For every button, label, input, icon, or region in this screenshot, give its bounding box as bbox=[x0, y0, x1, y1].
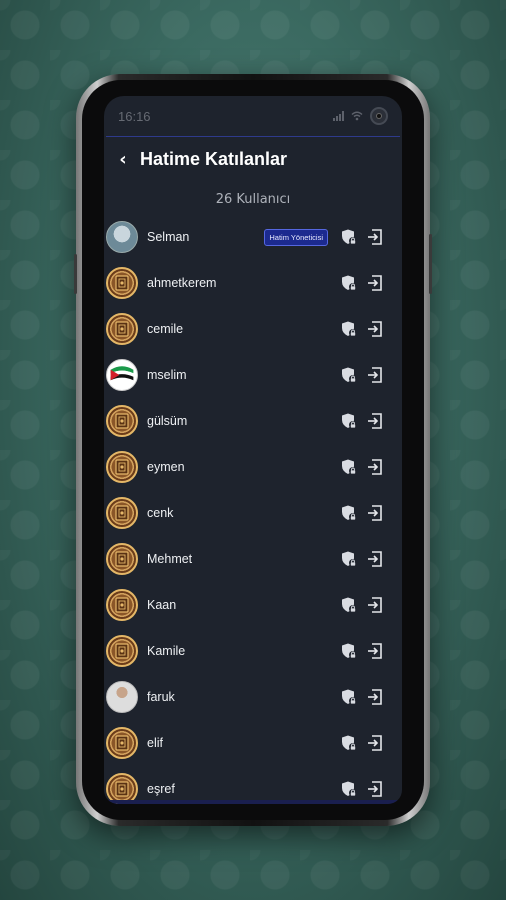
exit-icon[interactable] bbox=[364, 778, 386, 800]
list-item[interactable]: cenk bbox=[104, 490, 402, 536]
avatar bbox=[106, 267, 138, 299]
user-name: Kaan bbox=[147, 598, 177, 612]
phone-frame: 16:16 ‹ Hatime Katılanlar 26 Kullanıcı S… bbox=[74, 74, 432, 826]
user-name: ahmetkerem bbox=[147, 276, 217, 290]
shield-lock-icon[interactable] bbox=[338, 548, 360, 570]
wifi-icon bbox=[351, 111, 363, 121]
user-name: eşref bbox=[147, 782, 175, 796]
front-camera-icon bbox=[370, 107, 388, 125]
user-name: Selman bbox=[147, 230, 190, 244]
shield-lock-icon[interactable] bbox=[338, 364, 360, 386]
list-item[interactable]: mselim bbox=[104, 352, 402, 398]
exit-icon[interactable] bbox=[364, 594, 386, 616]
exit-icon[interactable] bbox=[364, 226, 386, 248]
status-time: 16:16 bbox=[118, 108, 151, 124]
list-item[interactable]: Kamile bbox=[104, 628, 402, 674]
exit-icon[interactable] bbox=[364, 364, 386, 386]
volume-button bbox=[74, 254, 77, 294]
header-divider bbox=[106, 136, 400, 137]
exit-icon[interactable] bbox=[364, 318, 386, 340]
list-item[interactable]: Kaan bbox=[104, 582, 402, 628]
exit-icon[interactable] bbox=[364, 640, 386, 662]
list-item[interactable]: ahmetkerem bbox=[104, 260, 402, 306]
page-header: ‹ Hatime Katılanlar bbox=[104, 144, 402, 174]
app-screen: 16:16 ‹ Hatime Katılanlar 26 Kullanıcı S… bbox=[104, 96, 402, 804]
user-name: mselim bbox=[147, 368, 187, 382]
avatar bbox=[106, 313, 138, 345]
avatar bbox=[106, 681, 138, 713]
list-item[interactable]: eşref bbox=[104, 766, 402, 804]
shield-lock-icon[interactable] bbox=[338, 410, 360, 432]
list-item[interactable]: faruk bbox=[104, 674, 402, 720]
user-name: cemile bbox=[147, 322, 184, 336]
avatar bbox=[106, 497, 138, 529]
user-name: cenk bbox=[147, 506, 174, 520]
signal-icon bbox=[333, 111, 344, 121]
list-item[interactable]: Selman Hatim Yöneticisi bbox=[104, 214, 402, 260]
shield-lock-icon[interactable] bbox=[338, 502, 360, 524]
list-item[interactable]: cemile bbox=[104, 306, 402, 352]
avatar bbox=[106, 221, 138, 253]
shield-lock-icon[interactable] bbox=[338, 456, 360, 478]
shield-lock-icon[interactable] bbox=[338, 732, 360, 754]
user-name: faruk bbox=[147, 690, 175, 704]
shield-lock-icon[interactable] bbox=[338, 318, 360, 340]
exit-icon[interactable] bbox=[364, 456, 386, 478]
exit-icon[interactable] bbox=[364, 502, 386, 524]
user-name: Kamile bbox=[147, 644, 186, 658]
page-title: Hatime Katılanlar bbox=[140, 148, 288, 169]
avatar bbox=[106, 543, 138, 575]
user-name: eymen bbox=[147, 460, 185, 474]
shield-lock-icon[interactable] bbox=[338, 686, 360, 708]
shield-lock-icon[interactable] bbox=[338, 594, 360, 616]
admin-badge: Hatim Yöneticisi bbox=[264, 228, 328, 246]
user-count: 26 Kullanıcı bbox=[215, 192, 291, 207]
avatar bbox=[106, 359, 138, 391]
power-button bbox=[429, 234, 432, 294]
exit-icon[interactable] bbox=[364, 410, 386, 432]
user-name: elif bbox=[147, 736, 163, 750]
exit-icon[interactable] bbox=[364, 272, 386, 294]
shield-lock-icon[interactable] bbox=[338, 272, 360, 294]
exit-icon[interactable] bbox=[364, 732, 386, 754]
avatar bbox=[106, 727, 138, 759]
status-bar: 16:16 bbox=[104, 96, 402, 136]
exit-icon[interactable] bbox=[364, 548, 386, 570]
avatar bbox=[106, 405, 138, 437]
user-name: Mehmet bbox=[147, 552, 193, 566]
avatar bbox=[106, 589, 138, 621]
list-item[interactable]: gülsüm bbox=[104, 398, 402, 444]
user-name: gülsüm bbox=[147, 414, 188, 428]
list-item[interactable]: elif bbox=[104, 720, 402, 766]
shield-lock-icon[interactable] bbox=[338, 640, 360, 662]
shield-lock-icon[interactable] bbox=[338, 778, 360, 800]
avatar bbox=[106, 635, 138, 667]
participant-list: Selman Hatim Yöneticisi ahmetkerem cemile ms… bbox=[104, 214, 402, 804]
list-item[interactable]: Mehmet bbox=[104, 536, 402, 582]
list-item[interactable]: eymen bbox=[104, 444, 402, 490]
exit-icon[interactable] bbox=[364, 686, 386, 708]
shield-lock-icon[interactable] bbox=[338, 226, 360, 248]
bottom-divider bbox=[104, 800, 402, 804]
chevron-left-icon[interactable]: ‹ bbox=[108, 149, 138, 170]
avatar bbox=[106, 451, 138, 483]
